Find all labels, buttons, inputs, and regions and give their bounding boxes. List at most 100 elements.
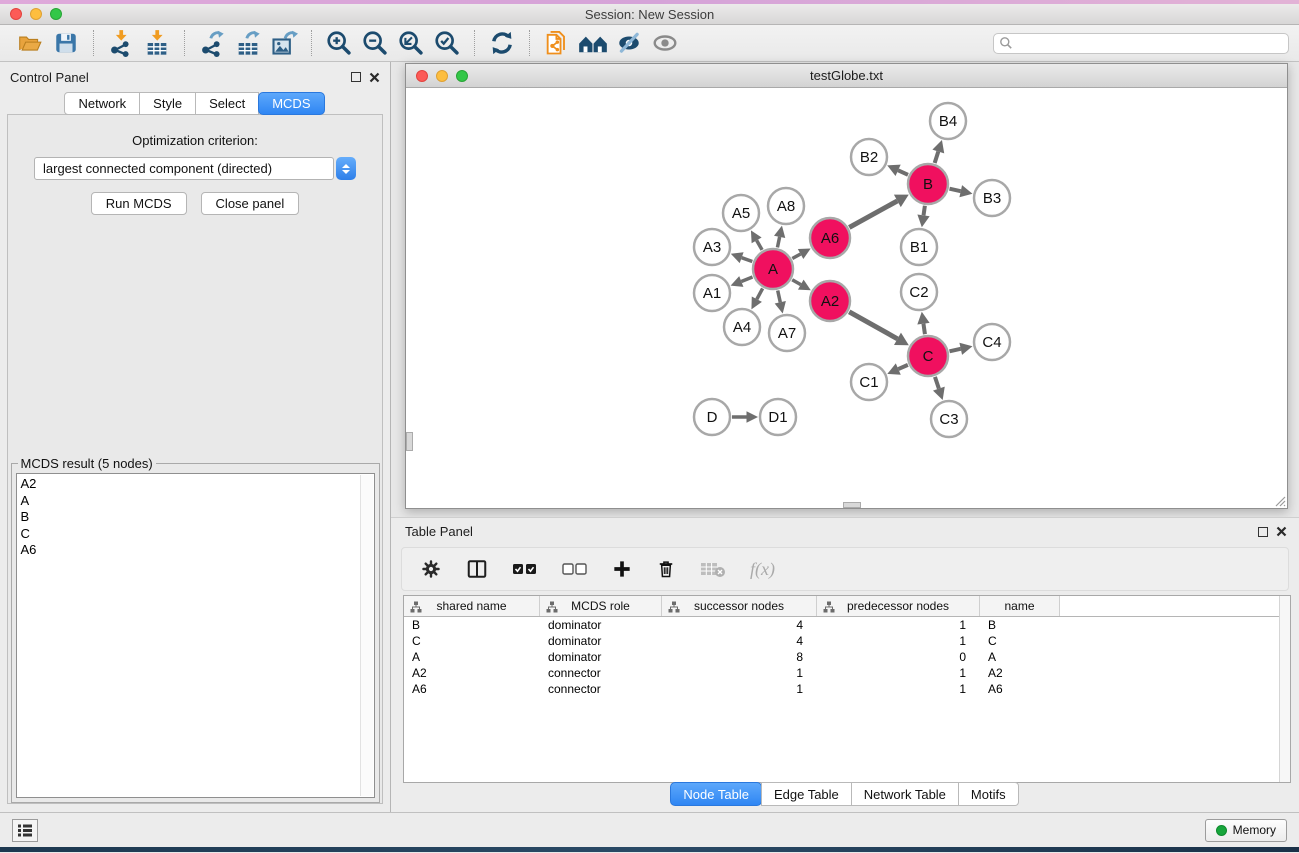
table-row[interactable]: Adominator80A [404,649,1290,665]
cell-MCDS-role[interactable]: connector [540,665,662,681]
cell-shared-name[interactable]: B [404,617,540,633]
cell-successor-nodes[interactable]: 1 [662,665,817,681]
tab-style[interactable]: Style [139,92,196,115]
open-session-icon[interactable] [12,28,48,58]
result-list-item[interactable]: A2 [21,476,358,493]
edge-B-B3[interactable] [949,189,960,191]
dropdown-spinner-icon[interactable] [336,157,356,180]
delete-column-icon[interactable] [656,558,676,580]
criterion-dropdown-value[interactable]: largest connected component (directed) [34,157,334,180]
cell-predecessor-nodes[interactable]: 1 [817,681,980,697]
zoom-fit-icon[interactable] [393,28,429,58]
cell-predecessor-nodes[interactable]: 1 [817,633,980,649]
add-column-icon[interactable] [612,559,632,579]
cell-shared-name[interactable]: A6 [404,681,540,697]
edge-A-A6[interactable] [792,254,800,258]
zoom-selected-icon[interactable] [429,28,465,58]
table-row[interactable]: A2connector11A2 [404,665,1290,681]
result-list-scrollbar[interactable] [360,475,373,796]
new-network-from-file-icon[interactable] [539,28,575,58]
show-graphics-details-icon[interactable] [647,28,683,58]
network-graph[interactable]: B4B2BB3A8A5A6A3B1AC2A1A2A4A7C4CC1C3DD1 [406,88,1287,508]
hide-graphics-details-icon[interactable] [611,28,647,58]
zoom-out-icon[interactable] [357,28,393,58]
edge-A-A8[interactable] [777,237,779,248]
export-network-icon[interactable] [194,28,230,58]
cell-successor-nodes[interactable]: 4 [662,617,817,633]
float-panel-icon[interactable] [351,72,361,82]
table-row[interactable]: A6connector11A6 [404,681,1290,697]
edge-B-B4[interactable] [935,151,939,163]
zoom-in-icon[interactable] [321,28,357,58]
cell-predecessor-nodes[interactable]: 1 [817,617,980,633]
cell-predecessor-nodes[interactable]: 0 [817,649,980,665]
result-list-item[interactable]: C [21,526,358,543]
edge-A-A2[interactable] [792,280,801,285]
tab-mcds[interactable]: MCDS [258,92,324,115]
refresh-view-icon[interactable] [484,28,520,58]
edge-A-A1[interactable] [741,277,752,281]
mcds-result-list[interactable]: A2ABCA6 [16,473,375,798]
function-builder-icon[interactable]: f(x) [750,559,775,580]
export-image-icon[interactable] [266,28,302,58]
show-column-icon[interactable] [466,558,488,580]
cell-name[interactable]: A6 [980,681,1060,697]
cell-MCDS-role[interactable]: connector [540,681,662,697]
cell-name[interactable]: A2 [980,665,1060,681]
tab-motifs[interactable]: Motifs [958,782,1019,806]
result-list-item[interactable]: B [21,509,358,526]
edge-A-A3[interactable] [742,258,753,262]
column-header-name[interactable]: name [980,596,1060,616]
cell-name[interactable]: B [980,617,1060,633]
cell-predecessor-nodes[interactable]: 1 [817,665,980,681]
edge-C-C2[interactable] [923,324,924,335]
edge-B-B1[interactable] [924,206,925,216]
cell-name[interactable]: C [980,633,1060,649]
tab-select[interactable]: Select [195,92,259,115]
select-all-columns-icon[interactable] [512,561,538,577]
edge-A2-C[interactable] [849,312,897,339]
save-session-icon[interactable] [48,28,84,58]
table-settings-icon[interactable] [420,558,442,580]
cytoscape-home-icon[interactable] [575,28,611,58]
tab-network[interactable]: Network [64,92,140,115]
tab-node-table[interactable]: Node Table [670,782,762,806]
edge-A6-B[interactable] [849,201,897,227]
cell-successor-nodes[interactable]: 1 [662,681,817,697]
column-header-MCDS-role[interactable]: MCDS role [540,596,662,616]
task-history-button[interactable] [12,819,38,842]
result-list-item[interactable]: A6 [21,542,358,559]
close-panel-icon[interactable] [369,72,380,83]
criterion-dropdown[interactable]: largest connected component (directed) [34,157,356,180]
column-header-successor-nodes[interactable]: successor nodes [662,596,817,616]
table-row[interactable]: Cdominator41C [404,633,1290,649]
edge-A-A5[interactable] [757,240,762,250]
import-network-icon[interactable] [103,28,139,58]
memory-button[interactable]: Memory [1205,819,1287,842]
edge-B-B2[interactable] [898,170,908,175]
column-header-predecessor-nodes[interactable]: predecessor nodes [817,596,980,616]
network-canvas[interactable]: B4B2BB3A8A5A6A3B1AC2A1A2A4A7C4CC1C3DD1 [406,88,1287,508]
cell-successor-nodes[interactable]: 8 [662,649,817,665]
run-mcds-button[interactable]: Run MCDS [91,192,187,215]
horizontal-scrollbar-thumb[interactable] [843,502,861,508]
tab-network-table[interactable]: Network Table [851,782,959,806]
unselect-all-columns-icon[interactable] [562,561,588,577]
result-list-item[interactable]: A [21,493,358,510]
edge-C-C4[interactable] [949,349,960,351]
cell-MCDS-role[interactable]: dominator [540,633,662,649]
edge-A-A4[interactable] [757,288,763,299]
cell-MCDS-role[interactable]: dominator [540,649,662,665]
edge-C-C1[interactable] [898,365,908,369]
node-table[interactable]: shared nameMCDS rolesuccessor nodesprede… [403,595,1291,783]
tab-edge-table[interactable]: Edge Table [761,782,852,806]
export-table-icon[interactable] [230,28,266,58]
table-row[interactable]: Bdominator41B [404,617,1290,633]
vertical-scrollbar-thumb[interactable] [406,432,413,451]
float-table-panel-icon[interactable] [1258,527,1268,537]
cell-name[interactable]: A [980,649,1060,665]
edge-C-C3[interactable] [935,377,939,389]
cell-successor-nodes[interactable]: 4 [662,633,817,649]
close-table-panel-icon[interactable] [1276,526,1287,537]
edge-A-A7[interactable] [778,290,781,302]
